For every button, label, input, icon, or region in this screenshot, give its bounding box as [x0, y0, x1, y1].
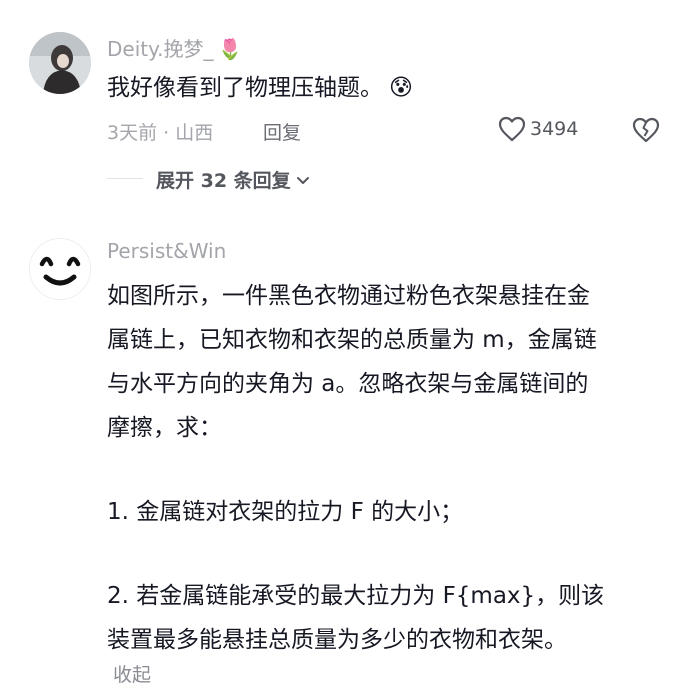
- comment-line: 摩擦，求：: [107, 415, 222, 441]
- collapse-button[interactable]: 收起: [113, 660, 151, 687]
- comment-line: 属链上，已知衣物和衣架的总质量为 m，金属链: [107, 327, 597, 353]
- comment-line: 装置最多能悬挂总质量为多少的衣物和衣架。: [107, 627, 567, 653]
- comment-2: Persist&Win 如图所示，一件黑色衣物通过粉色衣架悬挂在金 属链上，已知…: [0, 0, 690, 691]
- avatar[interactable]: [29, 238, 91, 300]
- comment-line: 如图所示，一件黑色衣物通过粉色衣架悬挂在金: [107, 283, 590, 309]
- comment-line: 1. 金属链对衣架的拉力 F 的大小；: [107, 499, 464, 525]
- comment-line: 与水平方向的夹角为 a。忽略衣架与金属链间的: [107, 371, 589, 397]
- smiley-avatar-image: [39, 256, 81, 286]
- comment-line: 2. 若金属链能承受的最大拉力为 F{max}，则该: [107, 583, 605, 609]
- comment-username[interactable]: Persist&Win: [107, 239, 226, 263]
